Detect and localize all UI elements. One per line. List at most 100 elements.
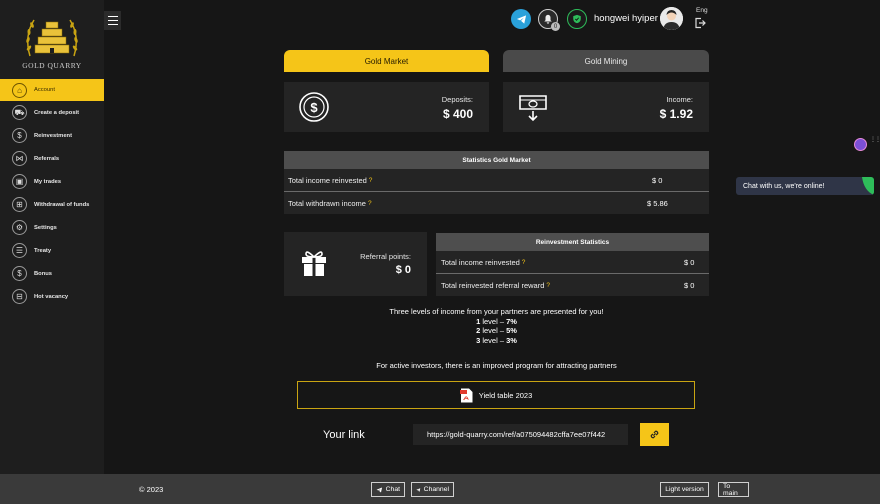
sidebar-item-reinvestment[interactable]: $ Reinvestment	[0, 124, 104, 147]
shield-check-icon	[573, 14, 581, 24]
level-line: 2 level – 5%	[476, 326, 517, 335]
table-row: Total income reinvested? $ 0	[436, 251, 709, 273]
your-link-label: Your link	[323, 429, 365, 441]
yield-table-label: Yield table 2023	[478, 390, 533, 400]
row-label: Total income reinvested	[288, 175, 367, 185]
link-icon	[650, 430, 659, 439]
sidebar-item-bonus[interactable]: $ Bonus	[0, 262, 104, 285]
footer-chat-button[interactable]: Chat	[371, 482, 405, 497]
row-value: $ 0	[684, 257, 695, 267]
menu-toggle-button[interactable]	[104, 11, 121, 30]
row-label: Total income reinvested	[441, 257, 520, 267]
sidebar-item-label: Reinvestment	[34, 132, 73, 139]
dollar-coin-icon: $	[299, 92, 329, 122]
username[interactable]: hongwei hyiper	[594, 13, 658, 24]
hamburger-icon	[107, 19, 118, 22]
help-icon[interactable]: ?	[369, 177, 373, 184]
table-row: Total reinvested referral reward? $ 0	[436, 274, 709, 296]
sidebar-item-label: Bonus	[34, 270, 53, 277]
deposits-card: $ Deposits: $ 400	[284, 82, 489, 132]
stats-gold-title: Statistics Gold Market	[284, 151, 709, 169]
translate-globe-icon[interactable]	[854, 138, 867, 151]
copyright: © 2023	[139, 485, 164, 494]
home-icon: ⌂	[12, 82, 27, 98]
income-value: $ 1.92	[659, 107, 693, 121]
referral-points-label: Referral points:	[360, 252, 411, 261]
language-selector[interactable]: Eng	[696, 7, 708, 14]
chat-widget-text: Chat with us, we're online!	[743, 182, 825, 190]
document-icon: ☰	[12, 243, 27, 258]
hamburger-icon	[107, 15, 118, 18]
referral-points-value: $ 0	[395, 264, 411, 276]
help-icon[interactable]: ?	[522, 259, 526, 266]
sidebar-item-account[interactable]: ⌂ Account	[0, 79, 104, 101]
live-chat-widget[interactable]: Chat with us, we're online!	[736, 177, 874, 195]
sidebar-item-withdrawal[interactable]: ⊞ Withdrawal of funds	[0, 193, 104, 216]
income-card: Income: $ 1.92	[503, 82, 709, 132]
car-icon: ⛟	[12, 105, 27, 120]
help-icon[interactable]: ?	[546, 282, 550, 289]
telegram-icon	[376, 487, 383, 492]
sidebar-item-label: Referrals	[34, 155, 60, 162]
avatar[interactable]	[660, 7, 683, 30]
sidebar-item-create-deposit[interactable]: ⛟ Create a deposit	[0, 101, 104, 124]
referral-points-card: Referral points: $ 0	[284, 232, 427, 296]
hamburger-icon	[107, 23, 118, 26]
referral-levels-info: Three levels of income from your partner…	[284, 307, 709, 345]
deposits-label: Deposits:	[441, 95, 473, 104]
yield-table-link[interactable]: Yield table 2023	[297, 381, 695, 409]
telegram-icon	[516, 14, 526, 24]
dollar-icon: $	[12, 128, 27, 143]
telegram-button[interactable]	[511, 9, 531, 29]
sidebar-item-my-trades[interactable]: ▣ My trades	[0, 170, 104, 193]
light-version-button[interactable]: Light version	[660, 482, 709, 497]
row-value: $ 0	[684, 280, 695, 290]
footer-chat-label: Chat	[385, 486, 400, 493]
shop-icon: ▣	[12, 174, 27, 189]
copy-link-button[interactable]	[640, 423, 669, 446]
grip-dots-icon[interactable]: ⋮⋮	[870, 137, 880, 149]
sidebar: GOLD QUARRY ⌂ Account ⛟ Create a deposit…	[0, 0, 104, 474]
level-line: 3 level – 3%	[476, 335, 517, 345]
sidebar-item-referrals[interactable]: ⋈ Referrals	[0, 147, 104, 170]
logo-text: GOLD QUARRY	[22, 61, 82, 70]
deposits-value: $ 400	[442, 107, 473, 121]
sidebar-item-label: My trades	[34, 178, 62, 185]
sidebar-nav: ⌂ Account ⛟ Create a deposit $ Reinvestm…	[0, 79, 104, 308]
income-label: Income:	[666, 95, 693, 104]
pdf-file-icon	[459, 388, 473, 402]
briefcase-icon: ⊟	[12, 289, 27, 304]
sidebar-item-label: Settings	[34, 224, 57, 231]
sidebar-item-treaty[interactable]: ☰ Treaty	[0, 239, 104, 262]
tab-gold-mining[interactable]: Gold Mining	[503, 50, 709, 72]
coin-icon: $	[12, 266, 27, 281]
row-value: $ 0	[652, 175, 663, 185]
sidebar-item-label: Account	[34, 87, 55, 93]
notifications-button[interactable]: 0	[538, 9, 560, 31]
levels-intro: Three levels of income from your partner…	[389, 307, 604, 316]
sidebar-item-settings[interactable]: ⚙ Settings	[0, 216, 104, 239]
verified-button[interactable]	[567, 9, 587, 29]
sidebar-item-hot-vacancy[interactable]: ⊟ Hot vacancy	[0, 285, 104, 308]
row-label: Total reinvested referral reward	[441, 280, 545, 290]
help-icon[interactable]: ?	[368, 200, 372, 207]
logout-icon[interactable]	[694, 17, 706, 29]
svg-text:$: $	[310, 100, 318, 115]
user-avatar-icon	[660, 7, 683, 30]
sidebar-item-label: Treaty	[34, 247, 52, 254]
gear-icon: ⚙	[12, 220, 27, 235]
footer-channel-button[interactable]: Channel	[411, 482, 454, 497]
table-row: Total income reinvested? $ 0	[284, 169, 709, 191]
sidebar-item-label: Create a deposit	[34, 109, 80, 116]
level-line: 1 level – 7%	[476, 316, 517, 326]
sidebar-item-label: Hot vacancy	[34, 293, 69, 300]
table-row: Total withdrawn income? $ 5.86	[284, 192, 709, 214]
tab-gold-market[interactable]: Gold Market	[284, 50, 489, 72]
reinvest-stats-title: Reinvestment Statistics	[436, 233, 709, 251]
telegram-icon	[416, 487, 421, 492]
improved-program-text: For active investors, there is an improv…	[376, 361, 617, 370]
referral-link-input[interactable]	[413, 424, 628, 445]
to-main-button[interactable]: To main	[718, 482, 749, 497]
footer: © 2023 Chat Channel Light version To mai…	[0, 474, 880, 504]
row-label: Total withdrawn income	[288, 198, 366, 208]
